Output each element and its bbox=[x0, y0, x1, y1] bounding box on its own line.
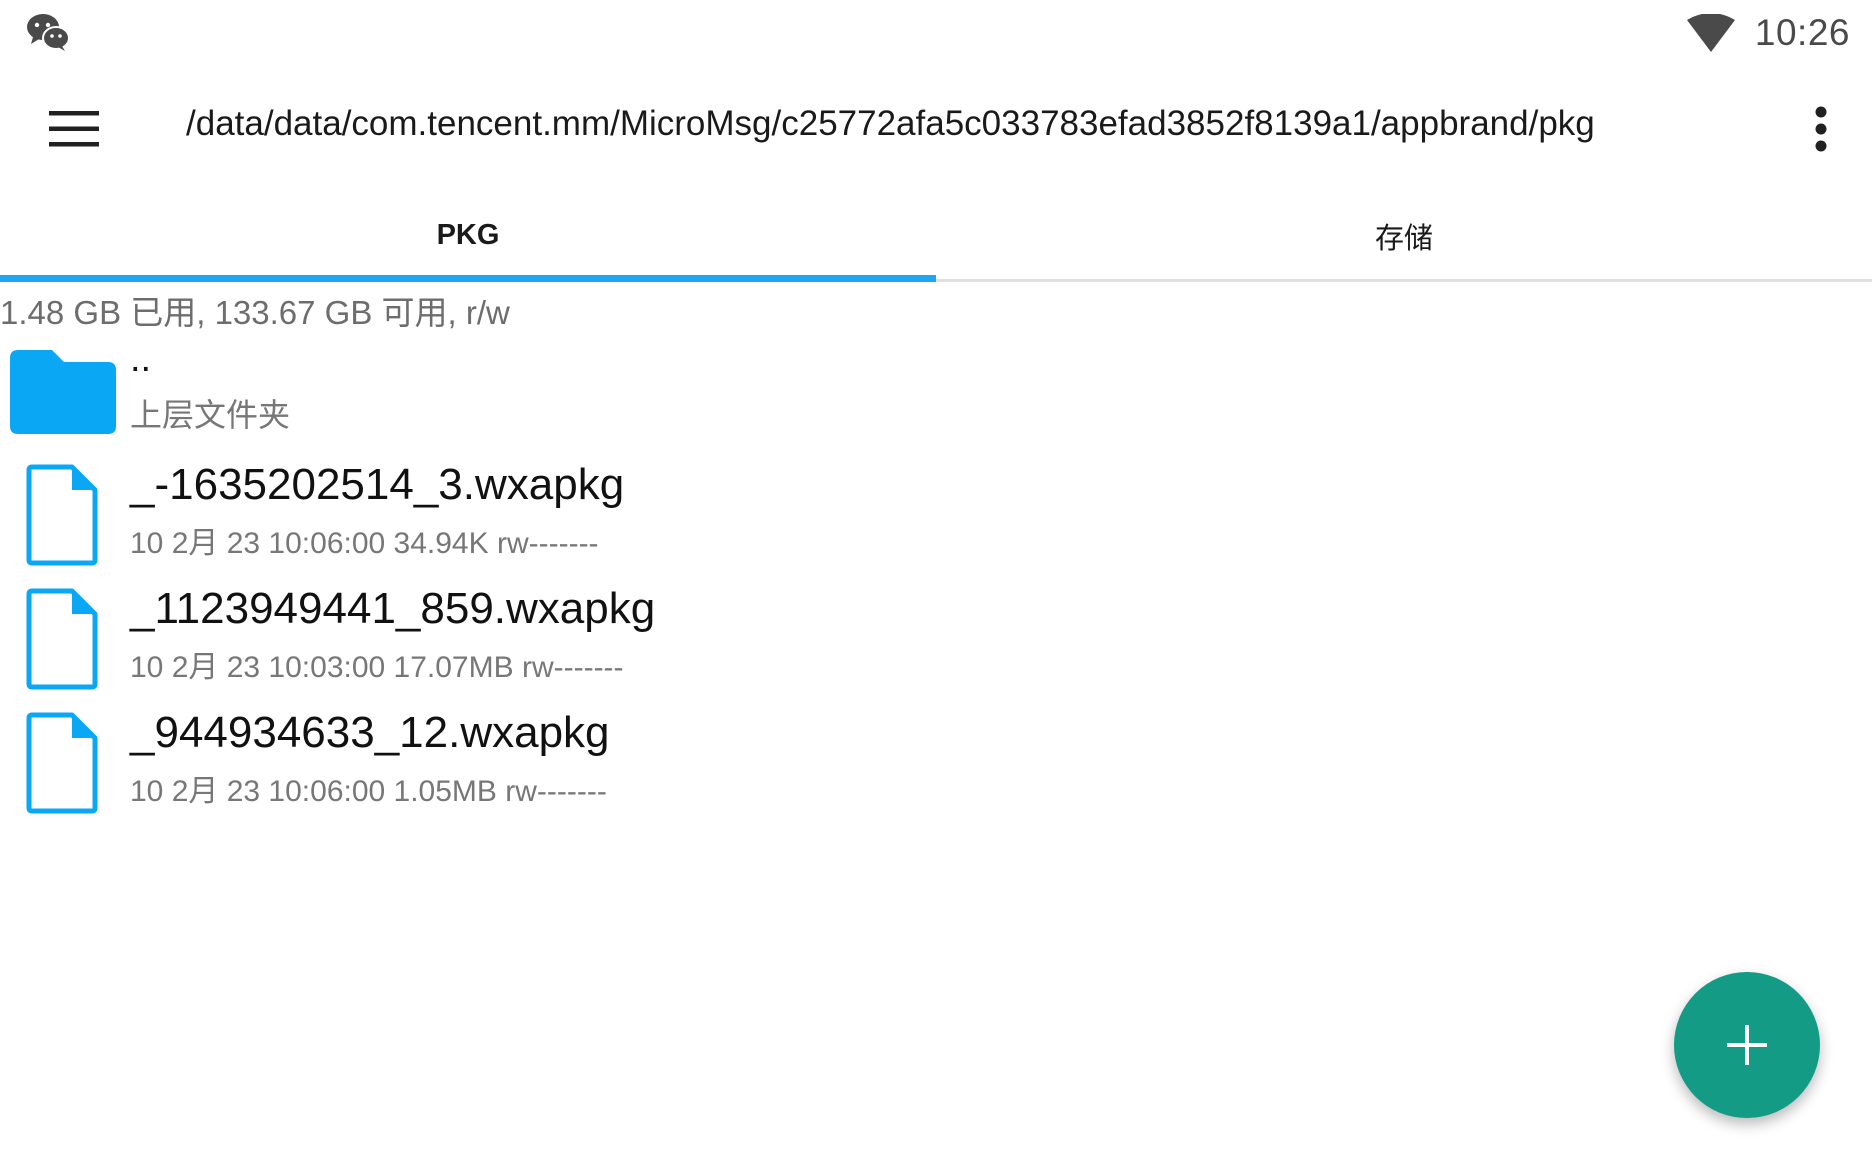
status-time: 10:26 bbox=[1754, 12, 1850, 53]
file-icon bbox=[26, 712, 98, 814]
tab-storage[interactable]: 存储 bbox=[936, 192, 1872, 279]
file-icon bbox=[26, 464, 98, 566]
app-toolbar: /data/data/com.tencent.mm/MicroMsg/c2577… bbox=[0, 66, 1872, 192]
file-meta: 10 2月 23 10:06:00 1.05MB rw------- bbox=[130, 775, 607, 808]
file-meta: 10 2月 23 10:06:00 34.94K rw------- bbox=[130, 527, 599, 560]
parent-folder-row[interactable]: .. 上层文件夹 bbox=[0, 338, 1872, 440]
storage-info: 1.48 GB 已用, 133.67 GB 可用, r/w bbox=[0, 294, 510, 331]
status-bar: 10:26 bbox=[0, 0, 1872, 66]
plus-icon bbox=[1727, 1025, 1767, 1065]
wifi-icon bbox=[1686, 14, 1735, 52]
file-name: _944934633_12.wxapkg bbox=[130, 708, 610, 757]
file-name: _-1635202514_3.wxapkg bbox=[130, 460, 625, 509]
file-row[interactable]: _944934633_12.wxapkg 10 2月 23 10:06:00 1… bbox=[0, 708, 1872, 832]
file-row[interactable]: _1123949441_859.wxapkg 10 2月 23 10:03:00… bbox=[0, 584, 1872, 708]
hamburger-menu-icon[interactable] bbox=[34, 94, 114, 164]
file-meta: 10 2月 23 10:03:00 17.07MB rw------- bbox=[130, 651, 624, 684]
parent-folder-name: .. bbox=[130, 338, 152, 380]
current-path: /data/data/com.tencent.mm/MicroMsg/c2577… bbox=[186, 104, 1595, 143]
wechat-icon bbox=[27, 14, 70, 51]
folder-icon bbox=[10, 350, 116, 434]
file-icon bbox=[26, 588, 98, 690]
add-fab-button[interactable] bbox=[1674, 972, 1820, 1118]
parent-folder-subtitle: 上层文件夹 bbox=[130, 397, 291, 433]
file-name: _1123949441_859.wxapkg bbox=[130, 584, 656, 633]
tab-bar: PKG 存储 bbox=[0, 192, 1872, 282]
file-row[interactable]: _-1635202514_3.wxapkg 10 2月 23 10:06:00 … bbox=[0, 460, 1872, 584]
more-vert-icon[interactable] bbox=[1786, 94, 1856, 164]
tab-pkg[interactable]: PKG bbox=[0, 192, 936, 282]
